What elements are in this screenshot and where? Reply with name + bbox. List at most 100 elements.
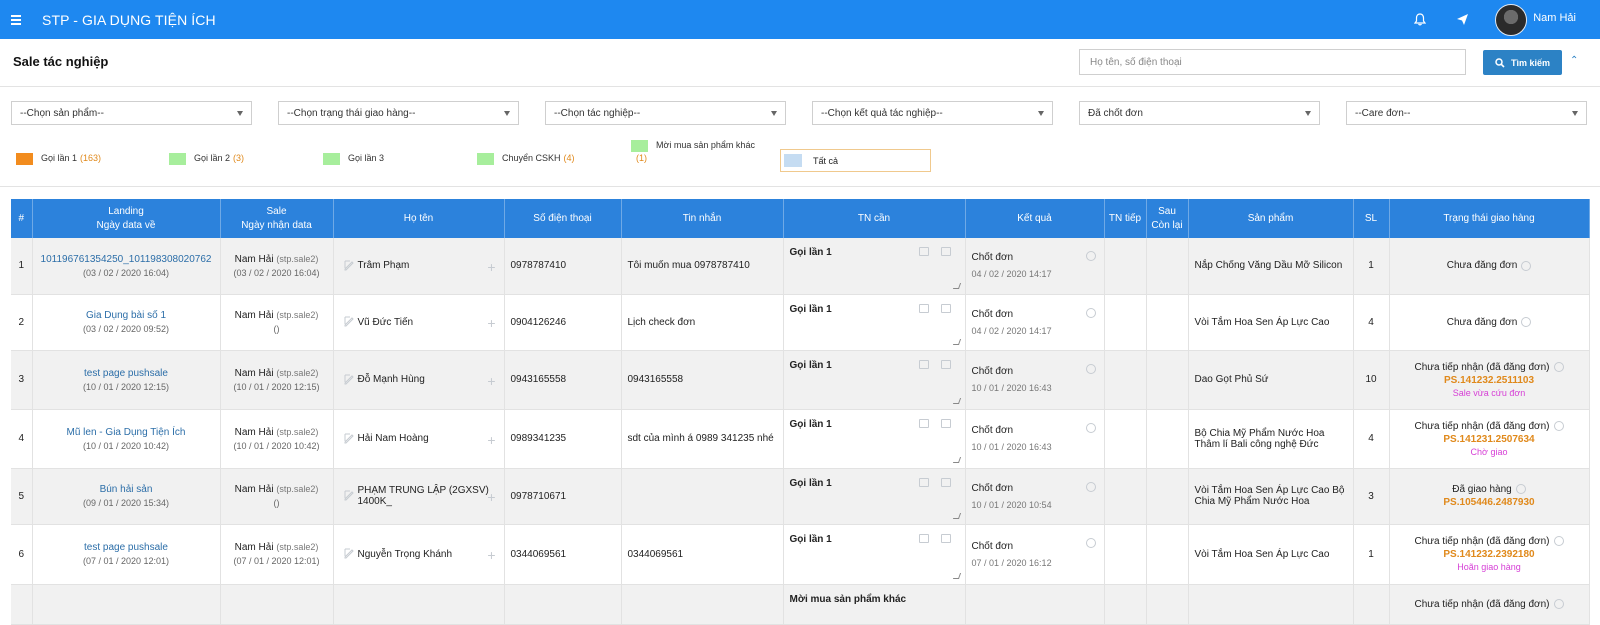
table-row[interactable]: 5 Bún hải sản (09 / 01 / 2020 15:34) Nam Hả… (11, 468, 1590, 525)
table-row[interactable]: 3 test page pushsale (10 / 01 / 2020 12:15… (11, 350, 1590, 410)
history-icon[interactable] (1085, 251, 1096, 261)
result-cell (965, 584, 1105, 625)
plus-icon[interactable]: + (487, 373, 495, 389)
col-tncan[interactable]: TN cần (783, 199, 966, 238)
col-qty[interactable]: SL (1353, 199, 1390, 238)
resize-handle-icon[interactable] (952, 397, 961, 404)
filter-product[interactable]: --Chọn sản phẩm-- (11, 101, 252, 125)
menu-icon[interactable] (11, 14, 21, 25)
col-tntiep[interactable]: TN tiếp (1104, 199, 1147, 238)
plus-icon[interactable]: + (487, 315, 495, 331)
resize-handle-icon[interactable] (952, 512, 961, 519)
order-code[interactable]: PS.141231.2507634 (1396, 434, 1583, 445)
tncan-cell[interactable]: Gọi lần 1 (783, 238, 966, 295)
landing-link[interactable]: test page pushsale (39, 542, 214, 553)
table-row[interactable]: 2 Gia Dụng bài số 1 (03 / 02 / 2020 09:52)… (11, 294, 1590, 351)
col-result[interactable]: Kết quả (965, 199, 1105, 238)
legend-all[interactable]: Tất cả (780, 149, 931, 172)
send-icon[interactable] (1453, 11, 1471, 29)
table-row[interactable]: Mời mua sản phẩm khác Chưa tiếp nhận (đã … (11, 584, 1590, 625)
col-name[interactable]: Họ tên (333, 199, 505, 238)
chevron-up-icon[interactable]: ⌃ (1570, 55, 1578, 66)
save-icon[interactable] (918, 303, 929, 313)
landing-link[interactable]: Mũ len - Gia Dụng Tiện Ích (39, 427, 214, 438)
history-icon[interactable] (1553, 420, 1564, 431)
avatar[interactable] (1495, 3, 1528, 36)
tncan-cell[interactable]: Gọi lần 1 (783, 294, 966, 351)
legend-transfer-cskh[interactable]: Chuyển CSKH (4) (477, 153, 575, 165)
filter-action-result[interactable]: --Chọn kết quả tác nghiệp-- (812, 101, 1053, 125)
tncan-cell[interactable]: Gọi lần 1 (783, 524, 966, 585)
plus-icon[interactable]: + (487, 432, 495, 448)
col-message[interactable]: Tin nhắn (621, 199, 784, 238)
edit-icon[interactable] (344, 433, 355, 444)
history-icon[interactable] (1515, 484, 1526, 495)
table-row[interactable]: 4 Mũ len - Gia Dụng Tiện Ích (10 / 01 / 20… (11, 409, 1590, 469)
filter-care-order[interactable]: --Care đơn-- (1346, 101, 1587, 125)
plus-icon[interactable]: + (487, 489, 495, 505)
comment-icon[interactable] (940, 533, 951, 543)
edit-icon[interactable] (344, 490, 355, 501)
history-icon[interactable] (1553, 361, 1564, 372)
save-icon[interactable] (918, 477, 929, 487)
legend-other-product[interactable]: Mời mua sản phẩm khác (1) (631, 140, 755, 163)
save-icon[interactable] (918, 533, 929, 543)
history-icon[interactable] (1553, 536, 1564, 547)
tncan-cell[interactable]: Mời mua sản phẩm khác (783, 584, 966, 625)
order-code[interactable]: PS.105446.2487930 (1396, 497, 1583, 508)
legend-call-2[interactable]: Gọi lần 2 (3) (169, 153, 244, 165)
save-icon[interactable] (918, 247, 929, 256)
edit-icon[interactable] (344, 316, 355, 327)
history-icon[interactable] (1085, 307, 1096, 318)
edit-icon[interactable] (344, 548, 355, 559)
edit-icon[interactable] (344, 260, 355, 271)
history-icon[interactable] (1085, 481, 1096, 492)
table-row[interactable]: 6 test page pushsale (07 / 01 / 2020 12:01… (11, 524, 1590, 585)
search-input[interactable] (1079, 49, 1466, 75)
order-code[interactable]: PS.141232.2511103 (1396, 375, 1583, 386)
plus-icon[interactable]: + (487, 547, 495, 563)
landing-link[interactable]: Bún hải sản (39, 484, 214, 495)
col-remaining[interactable]: Sau Còn lại (1146, 199, 1189, 238)
save-icon[interactable] (918, 418, 929, 428)
history-icon[interactable] (1085, 537, 1096, 548)
tncan-cell[interactable]: Gọi lần 1 (783, 350, 966, 410)
comment-icon[interactable] (940, 359, 951, 369)
col-product[interactable]: Sản phẩm (1188, 199, 1354, 238)
legend-call-3[interactable]: Gọi lần 3 (323, 153, 384, 165)
history-icon[interactable] (1521, 316, 1532, 327)
landing-link[interactable]: test page pushsale (39, 368, 214, 379)
resize-handle-icon[interactable] (952, 572, 961, 579)
user-name[interactable]: Nam Hải (1533, 12, 1576, 24)
resize-handle-icon[interactable] (952, 456, 961, 463)
resize-handle-icon[interactable] (952, 282, 961, 289)
comment-icon[interactable] (940, 477, 951, 487)
history-icon[interactable] (1085, 363, 1096, 374)
bell-icon[interactable] (1411, 11, 1429, 29)
history-icon[interactable] (1085, 422, 1096, 433)
tncan-cell[interactable]: Gọi lần 1 (783, 468, 966, 525)
save-icon[interactable] (918, 359, 929, 369)
edit-icon[interactable] (344, 374, 355, 385)
comment-icon[interactable] (940, 247, 951, 256)
legend-call-1[interactable]: Gọi lần 1 (163) (16, 153, 101, 165)
col-status[interactable]: Trạng thái giao hàng (1389, 199, 1590, 238)
table-row[interactable]: 1 101196761354250_101198308020762 (03 / 02… (11, 238, 1590, 295)
col-phone[interactable]: Số điện thoại (504, 199, 622, 238)
search-button[interactable]: Tìm kiếm (1483, 50, 1562, 75)
comment-icon[interactable] (940, 418, 951, 428)
history-icon[interactable] (1521, 260, 1532, 271)
resize-handle-icon[interactable] (952, 338, 961, 345)
filter-delivery-status[interactable]: --Chọn trạng thái giao hàng-- (278, 101, 519, 125)
order-code[interactable]: PS.141232.2392180 (1396, 549, 1583, 560)
comment-icon[interactable] (940, 303, 951, 313)
landing-link[interactable]: 101196761354250_101198308020762 (39, 254, 214, 265)
tncan-cell[interactable]: Gọi lần 1 (783, 409, 966, 469)
col-landing[interactable]: Landing Ngày data về (32, 199, 221, 238)
landing-link[interactable]: Gia Dụng bài số 1 (39, 310, 214, 321)
plus-icon[interactable]: + (487, 259, 495, 275)
filter-closed-order[interactable]: Đã chốt đơn (1079, 101, 1320, 125)
col-sale[interactable]: Sale Ngày nhận data (220, 199, 334, 238)
history-icon[interactable] (1553, 598, 1564, 609)
filter-action[interactable]: --Chọn tác nghiệp-- (545, 101, 786, 125)
